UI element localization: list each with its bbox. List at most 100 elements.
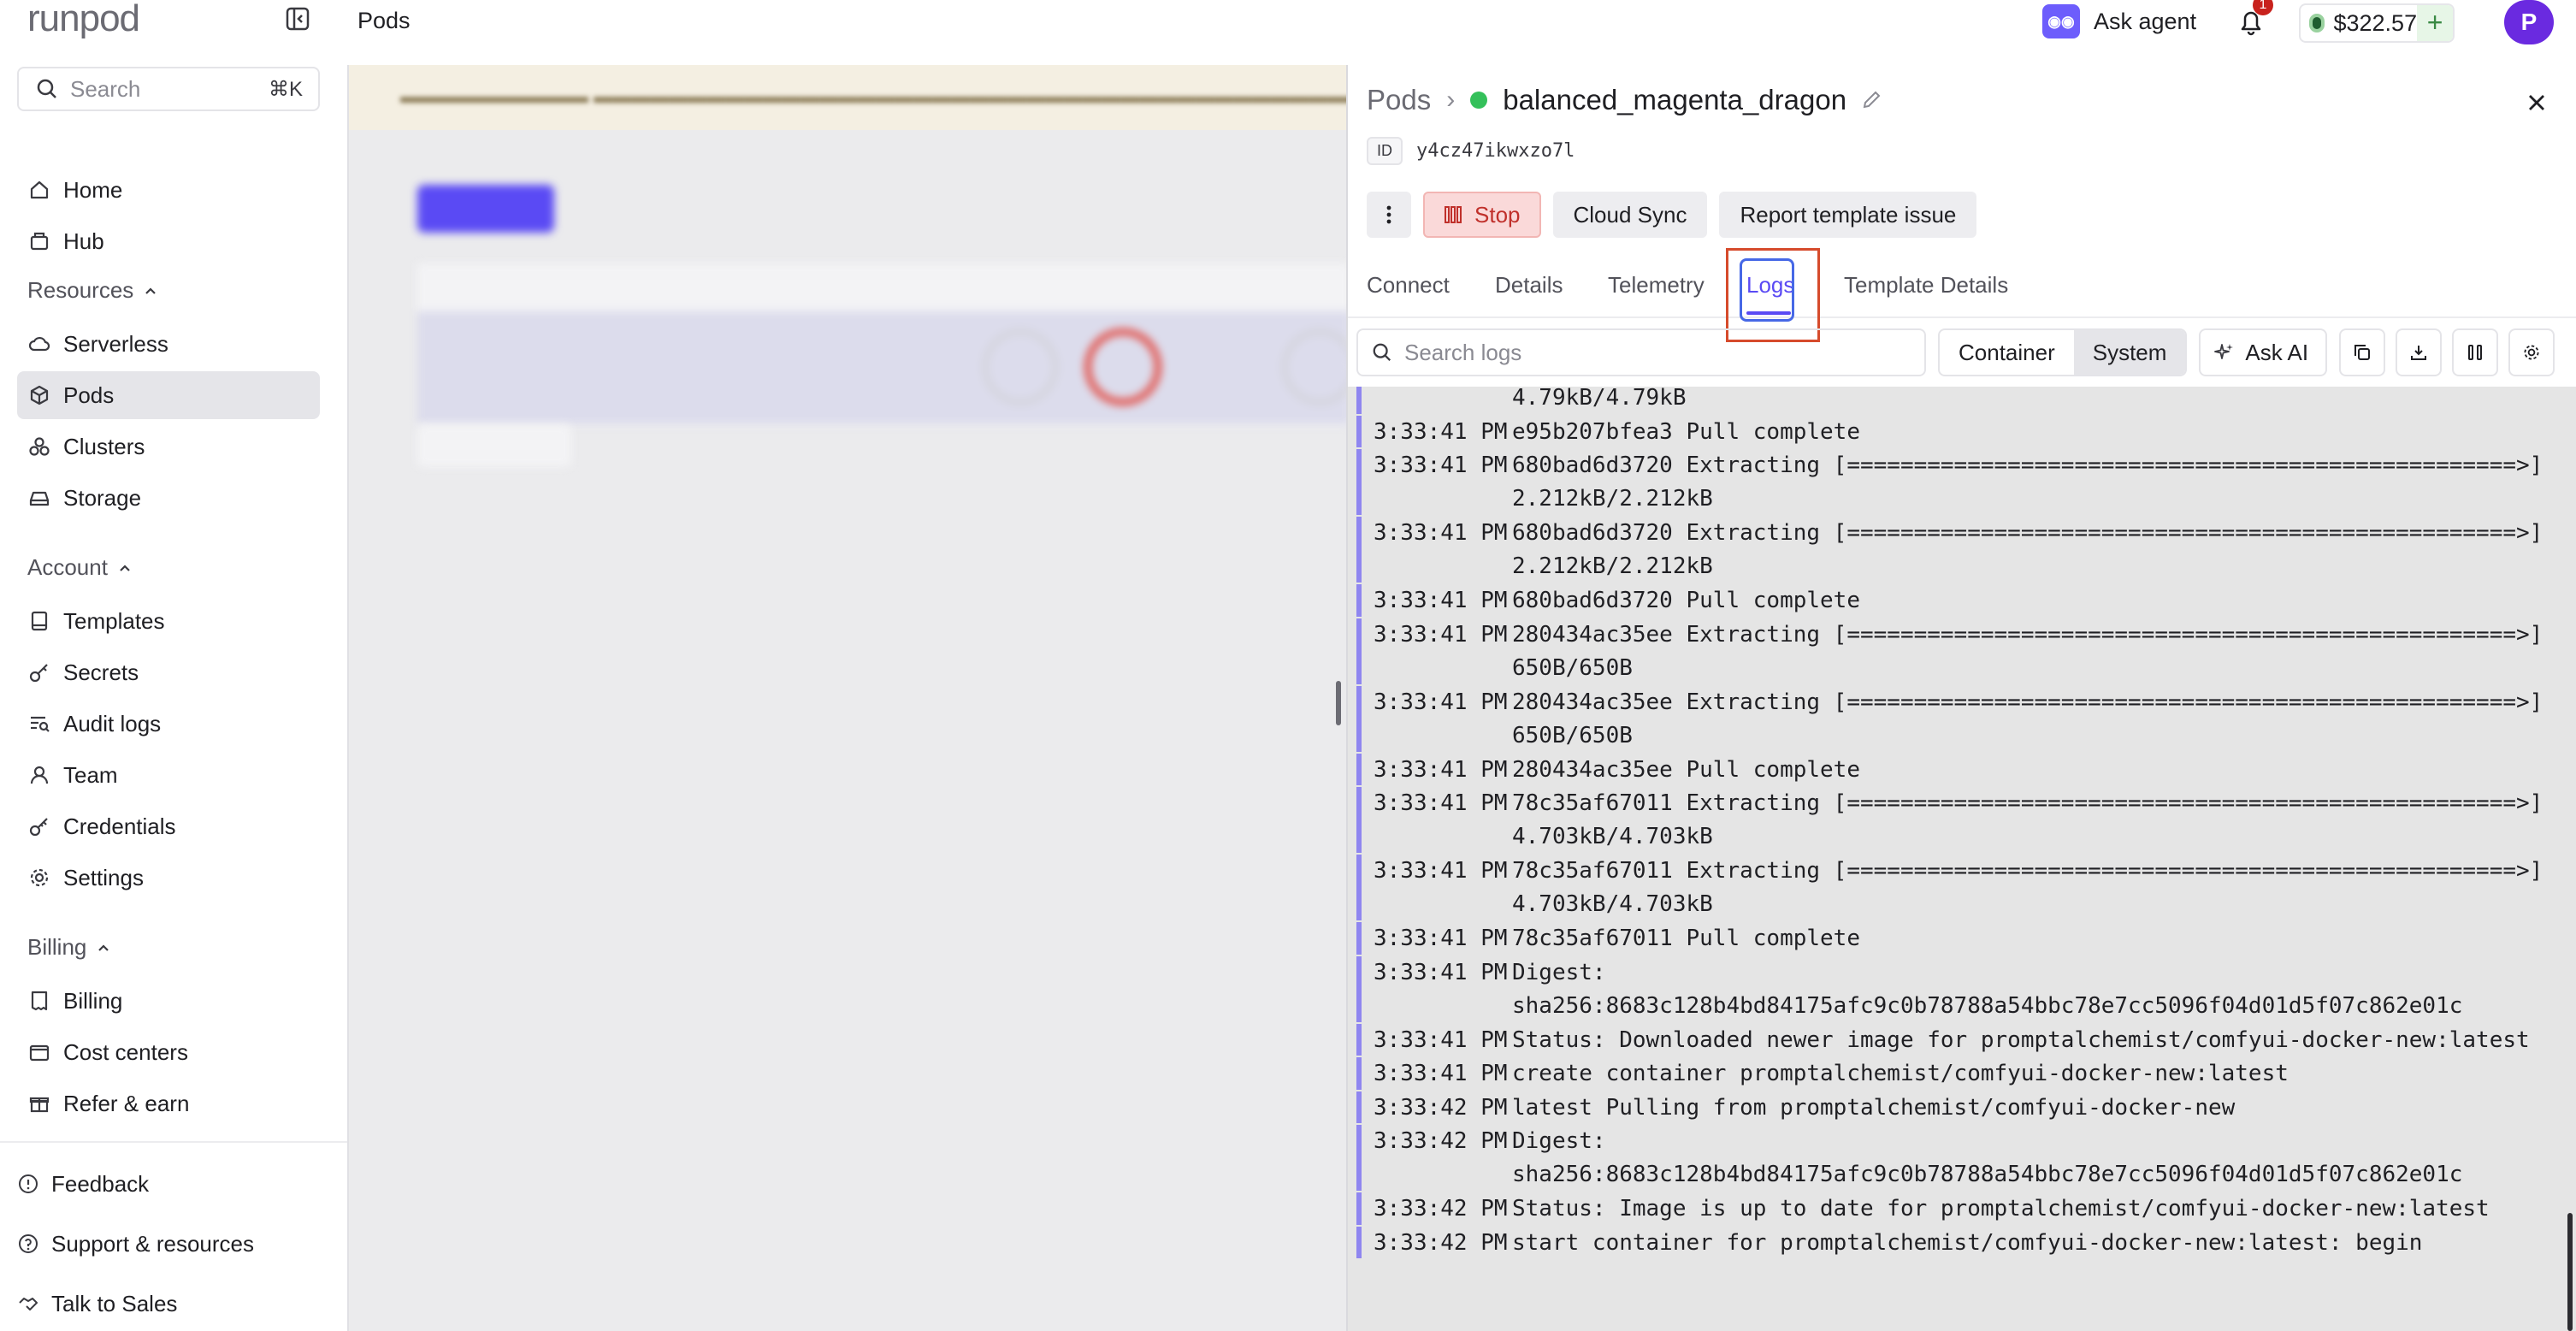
mfa-banner: ▬▬▬▬▬▬▬▬▬▬ ▬▬▬▬▬▬▬▬▬▬▬▬▬▬▬▬▬▬▬▬▬▬▬▬▬▬▬▬▬… <box>349 65 1421 130</box>
sidebar-item-storage[interactable]: Storage <box>17 474 320 522</box>
log-timestamp: 3:33:41 PM <box>1374 1026 1508 1053</box>
breadcrumb-pods-link[interactable]: Pods <box>1367 84 1431 116</box>
sparkles-icon <box>2214 344 2234 359</box>
storage-icon <box>27 486 51 510</box>
id-badge: ID <box>1367 137 1403 165</box>
tab-details[interactable]: Details <box>1495 272 1563 299</box>
pod-name: balanced_magenta_dragon <box>1503 84 1847 115</box>
deploy-button-blurred <box>417 185 554 233</box>
tab-telemetry[interactable]: Telemetry <box>1608 272 1705 299</box>
log-message: 4.79kB/4.79kB <box>1512 387 1687 411</box>
sidebar-item-refer-earn[interactable]: Refer & earn <box>17 1080 320 1127</box>
cloud-sync-button[interactable]: Cloud Sync <box>1552 192 1708 238</box>
download-logs-button[interactable] <box>2396 328 2443 376</box>
balance-status-icon <box>2309 14 2325 33</box>
add-funds-button[interactable]: + <box>2417 5 2453 41</box>
page-title: Pods <box>357 8 411 33</box>
search-placeholder: Search <box>70 75 141 102</box>
sidebar-item-label: Audit logs <box>63 710 162 736</box>
log-timestamp: 3:33:41 PM <box>1374 621 1508 648</box>
ask-agent-button[interactable]: ◉◉ Ask agent <box>2042 2 2196 41</box>
ask-ai-button[interactable]: Ask AI <box>2199 328 2328 376</box>
section-account[interactable]: Account <box>27 554 133 581</box>
sidebar-search-input[interactable]: Search ⌘K <box>17 67 320 111</box>
log-entry: 3:33:41 PM 78c35af67011 Pull complete <box>1356 922 2562 955</box>
columns-toggle-button[interactable] <box>2452 328 2499 376</box>
banner-text-blurred: ▬▬▬▬▬▬▬▬▬▬ ▬▬▬▬▬▬▬▬▬▬▬▬▬▬▬▬▬▬▬▬▬▬▬▬▬▬▬▬▬… <box>400 86 1422 107</box>
hub-icon <box>27 229 51 253</box>
stop-button[interactable]: Stop <box>1423 192 1541 238</box>
edit-pencil-icon[interactable] <box>1860 89 1882 111</box>
balance-widget[interactable]: $322.57 + <box>2299 3 2455 43</box>
tab-template-details[interactable]: Template Details <box>1844 272 2008 299</box>
main-content-overlay: ▬▬▬▬▬▬▬▬▬▬ ▬▬▬▬▬▬▬▬▬▬▬▬▬▬▬▬▬▬▬▬▬▬▬▬▬▬▬▬▬… <box>347 65 1421 1331</box>
log-entry: 4.79kB/4.79kB <box>1356 387 2562 414</box>
more-options-button[interactable] <box>1367 192 1411 238</box>
stop-label: Stop <box>1474 201 1521 228</box>
sidebar-item-clusters[interactable]: Clusters <box>17 423 320 470</box>
footer-feedback[interactable]: Feedback <box>17 1163 149 1204</box>
sidebar-item-templates[interactable]: Templates <box>17 597 320 645</box>
sidebar-item-serverless[interactable]: Serverless <box>17 320 320 368</box>
sidebar-item-label: Billing <box>63 987 123 1014</box>
sidebar-item-audit-logs[interactable]: Audit logs <box>17 700 320 748</box>
log-timestamp: 3:33:41 PM <box>1374 1061 1508 1086</box>
ask-agent-label: Ask agent <box>2094 8 2197 34</box>
sidebar-item-pods[interactable]: Pods <box>17 371 320 419</box>
sidebar-item-label: Credentials <box>63 813 176 839</box>
user-avatar[interactable]: P <box>2504 0 2554 44</box>
log-entry: 3:33:41 PM 680bad6d3720 Extracting [=====… <box>1356 517 2562 583</box>
log-entry: 3:33:42 PM Digest: sha256:8683c128b4bd841… <box>1356 1125 2562 1191</box>
log-timestamp: 3:33:41 PM <box>1374 790 1508 816</box>
credentials-key-icon <box>27 814 51 838</box>
log-search-input[interactable]: Search logs <box>1356 328 1926 376</box>
footer-talk-to-sales[interactable]: Talk to Sales <box>17 1283 177 1324</box>
receipt-icon <box>27 989 51 1013</box>
close-icon <box>2529 95 2544 110</box>
tab-connect[interactable]: Connect <box>1367 272 1450 299</box>
search-icon <box>37 79 56 98</box>
log-timestamp: 3:33:41 PM <box>1374 588 1508 613</box>
sidebar-item-settings[interactable]: Settings <box>17 854 320 902</box>
section-title: Resources <box>27 277 134 303</box>
log-message: Status: Downloaded newer image for promp… <box>1512 1026 2530 1053</box>
sidebar-item-hub[interactable]: Hub <box>17 217 320 265</box>
copy-logs-button[interactable] <box>2339 328 2386 376</box>
log-viewer[interactable]: 4.79kB/4.79kB 3:33:41 PM e95b207bfea3 Pull… <box>1348 387 2576 1331</box>
cloud-icon <box>27 332 51 356</box>
sidebar-item-billing[interactable]: Billing <box>17 977 320 1025</box>
sidebar-item-label: Pods <box>63 382 115 408</box>
log-timestamp: 3:33:42 PM <box>1374 1196 1508 1222</box>
pod-id-value[interactable]: y4cz47ikwxzo7l <box>1416 140 1575 162</box>
close-panel-button[interactable] <box>2520 86 2554 120</box>
collapse-sidebar-icon[interactable] <box>284 5 311 33</box>
sidebar-item-secrets[interactable]: Secrets <box>17 648 320 696</box>
log-entry: 3:33:41 PM Digest: sha256:8683c128b4bd841… <box>1356 955 2562 1022</box>
runpod-logo[interactable]: runpod <box>27 0 140 38</box>
source-system[interactable]: System <box>2073 330 2186 375</box>
log-settings-button[interactable] <box>2508 328 2555 376</box>
sidebar-item-team[interactable]: Team <box>17 751 320 799</box>
log-entry: 3:33:41 PM 78c35af67011 Extracting [=====… <box>1356 787 2562 853</box>
log-timestamp: 3:33:42 PM <box>1374 1128 1508 1154</box>
handshake-icon <box>19 1298 38 1310</box>
footer-support[interactable]: Support & resources <box>17 1223 254 1264</box>
sidebar-item-label: Templates <box>63 607 165 634</box>
sidebar-item-label: Refer & earn <box>63 1090 190 1116</box>
breadcrumb: Pods › balanced_magenta_dragon <box>1367 84 1882 116</box>
sidebar-item-cost-centers[interactable]: Cost centers <box>17 1028 320 1076</box>
section-billing[interactable]: Billing <box>27 934 112 961</box>
log-scrollbar[interactable] <box>2567 1213 2573 1331</box>
report-template-issue-button[interactable]: Report template issue <box>1719 192 1977 238</box>
source-container[interactable]: Container <box>1940 330 2074 375</box>
sidebar-item-home[interactable]: Home <box>17 166 320 214</box>
panel-tabs: Connect Details Telemetry Logs Template … <box>1348 257 2576 318</box>
log-timestamp: 3:33:41 PM <box>1374 453 1508 478</box>
help-icon <box>19 1234 38 1253</box>
panel-resize-handle[interactable] <box>1336 681 1341 725</box>
section-resources[interactable]: Resources <box>27 277 159 304</box>
stop-bars-icon <box>1445 206 1462 223</box>
chevron-up-icon <box>145 287 157 294</box>
sidebar-item-credentials[interactable]: Credentials <box>17 802 320 850</box>
sidebar-item-label: Settings <box>63 864 144 890</box>
